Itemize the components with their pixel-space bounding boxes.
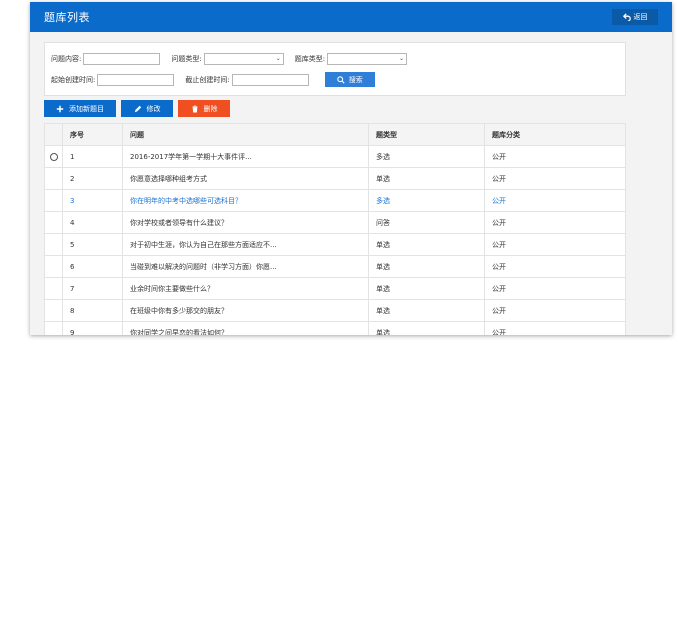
end-time-input[interactable] xyxy=(231,73,309,86)
row-type: 单选 xyxy=(368,255,485,278)
back-button-label: 返回 xyxy=(633,14,648,21)
filter-row-1: 问题内容: 问题类型: ⌄ 题库类型: ⌄ xyxy=(51,53,408,65)
undo-arrow-icon xyxy=(622,13,631,21)
bank-type-select[interactable]: ⌄ xyxy=(327,53,408,65)
search-button-label: 搜索 xyxy=(348,76,363,84)
row-question: 你愿意选择哪种组考方式 xyxy=(122,167,369,190)
row-type: 单选 xyxy=(368,277,485,300)
add-question-label: 添加新题目 xyxy=(69,105,104,113)
end-time-label: 截止创建时间: xyxy=(185,75,230,84)
row-type: 单选 xyxy=(368,321,485,335)
question-bank-window: 题库列表 返回 问题内容: 问题类型: ⌄ 题库类型: ⌄ 起始创建时间: 截止… xyxy=(30,2,672,335)
row-type: 单选 xyxy=(368,233,485,256)
chevron-down-icon: ⌄ xyxy=(275,55,281,62)
table-row[interactable]: 8 在班级中你有多少那交的朋友？ 单选 公开 xyxy=(44,299,626,322)
row-number: 8 xyxy=(62,299,123,322)
row-category: 公开 xyxy=(484,167,626,190)
question-content-input[interactable] xyxy=(83,53,161,65)
filter-panel: 问题内容: 问题类型: ⌄ 题库类型: ⌄ 起始创建时间: 截止创建时间: 搜索 xyxy=(44,42,626,96)
row-number: 6 xyxy=(62,255,123,278)
edit-button[interactable]: 修改 xyxy=(121,100,173,117)
row-select-cell xyxy=(44,211,63,234)
column-header-question: 问题 xyxy=(122,123,369,146)
delete-label: 删除 xyxy=(203,105,218,113)
row-type: 单选 xyxy=(368,167,485,190)
search-button[interactable]: 搜索 xyxy=(324,72,375,87)
row-category: 公开 xyxy=(484,211,626,234)
row-number: 3 xyxy=(62,189,123,212)
row-category: 公开 xyxy=(484,233,626,256)
table-header-row: 序号 问题 题类型 题库分类 xyxy=(44,123,626,146)
row-category: 公开 xyxy=(484,299,626,322)
row-category: 公开 xyxy=(484,189,626,212)
row-category: 公开 xyxy=(484,277,626,300)
plus-icon xyxy=(56,105,64,112)
row-question: 你对同学之间早恋的看法如何？ xyxy=(122,321,369,335)
row-select-cell xyxy=(44,189,63,212)
column-header-no: 序号 xyxy=(62,123,123,146)
search-icon xyxy=(336,75,345,84)
row-question: 当碰到难以解决的问题时（非学习方面）你愿... xyxy=(122,255,369,278)
row-select-cell xyxy=(44,145,63,168)
row-question: 在班级中你有多少那交的朋友？ xyxy=(122,299,369,322)
question-type-label: 问题类型: xyxy=(171,55,202,63)
filter-row-2: 起始创建时间: 截止创建时间: 搜索 xyxy=(51,72,375,87)
row-type: 单选 xyxy=(368,299,485,322)
row-question: 你在明年的中考中选哪些可选科目？ xyxy=(122,189,369,212)
row-number: 5 xyxy=(62,233,123,256)
row-question: 你对学校或者领导有什么建议？ xyxy=(122,211,369,234)
edit-label: 修改 xyxy=(146,105,161,113)
row-question: 业余时间你主要做些什么？ xyxy=(122,277,369,300)
chevron-down-icon: ⌄ xyxy=(399,55,405,62)
reflection-fade xyxy=(30,337,672,437)
table-row[interactable]: 6 当碰到难以解决的问题时（非学习方面）你愿... 单选 公开 xyxy=(44,255,626,278)
question-type-select[interactable]: ⌄ xyxy=(203,53,284,65)
select-column-header xyxy=(44,123,63,146)
back-button[interactable]: 返回 xyxy=(612,9,658,25)
question-table: 序号 问题 题类型 题库分类 1 2016-2017学年第一学期十大事件评... 多… xyxy=(44,123,626,335)
row-select-cell xyxy=(44,321,63,335)
row-question: 对于初中生涯，你认为自己在那些方面适应不... xyxy=(122,233,369,256)
row-select-cell xyxy=(44,277,63,300)
row-radio[interactable] xyxy=(49,152,58,161)
row-select-cell xyxy=(44,167,63,190)
row-category: 公开 xyxy=(484,145,626,168)
row-number: 9 xyxy=(62,321,123,335)
row-question: 2016-2017学年第一学期十大事件评... xyxy=(122,145,369,168)
table-row[interactable]: 1 2016-2017学年第一学期十大事件评... 多选 公开 xyxy=(44,145,626,168)
row-number: 7 xyxy=(62,277,123,300)
page-title: 题库列表 xyxy=(44,11,90,24)
row-type: 多选 xyxy=(368,145,485,168)
delete-button[interactable]: 删除 xyxy=(178,100,230,117)
row-category: 公开 xyxy=(484,255,626,278)
table-row[interactable]: 3 你在明年的中考中选哪些可选科目？ 多选 公开 xyxy=(44,189,626,212)
row-number: 2 xyxy=(62,167,123,190)
table-row[interactable]: 9 你对同学之间早恋的看法如何？ 单选 公开 xyxy=(44,321,626,335)
table-row[interactable]: 2 你愿意选择哪种组考方式 单选 公开 xyxy=(44,167,626,190)
table-row[interactable]: 7 业余时间你主要做些什么？ 单选 公开 xyxy=(44,277,626,300)
row-type: 多选 xyxy=(368,189,485,212)
row-select-cell xyxy=(44,255,63,278)
row-number: 4 xyxy=(62,211,123,234)
start-time-input[interactable] xyxy=(97,73,175,86)
bank-type-label: 题库类型: xyxy=(294,55,326,63)
action-toolbar: 添加新题目 修改 删除 xyxy=(44,100,230,117)
header-bar: 题库列表 返回 xyxy=(30,2,672,32)
column-header-type: 题类型 xyxy=(368,123,485,146)
trash-icon xyxy=(192,104,197,113)
start-time-label: 起始创建时间: xyxy=(51,75,96,84)
row-number: 1 xyxy=(62,145,123,168)
pencil-icon xyxy=(134,105,141,112)
row-select-cell xyxy=(44,299,63,322)
table-row[interactable]: 4 你对学校或者领导有什么建议？ 问答 公开 xyxy=(44,211,626,234)
row-type: 问答 xyxy=(368,211,485,234)
table-reflection: 9你对同学之间早恋的看法如何？单选公开8在班级中你有多少那交的朋友？单选公开7业… xyxy=(30,337,672,437)
question-content-label: 问题内容: xyxy=(51,55,82,63)
table-row[interactable]: 5 对于初中生涯，你认为自己在那些方面适应不... 单选 公开 xyxy=(44,233,626,256)
row-category: 公开 xyxy=(484,321,626,335)
row-select-cell xyxy=(44,233,63,256)
add-question-button[interactable]: 添加新题目 xyxy=(44,100,116,117)
column-header-category: 题库分类 xyxy=(484,123,626,146)
